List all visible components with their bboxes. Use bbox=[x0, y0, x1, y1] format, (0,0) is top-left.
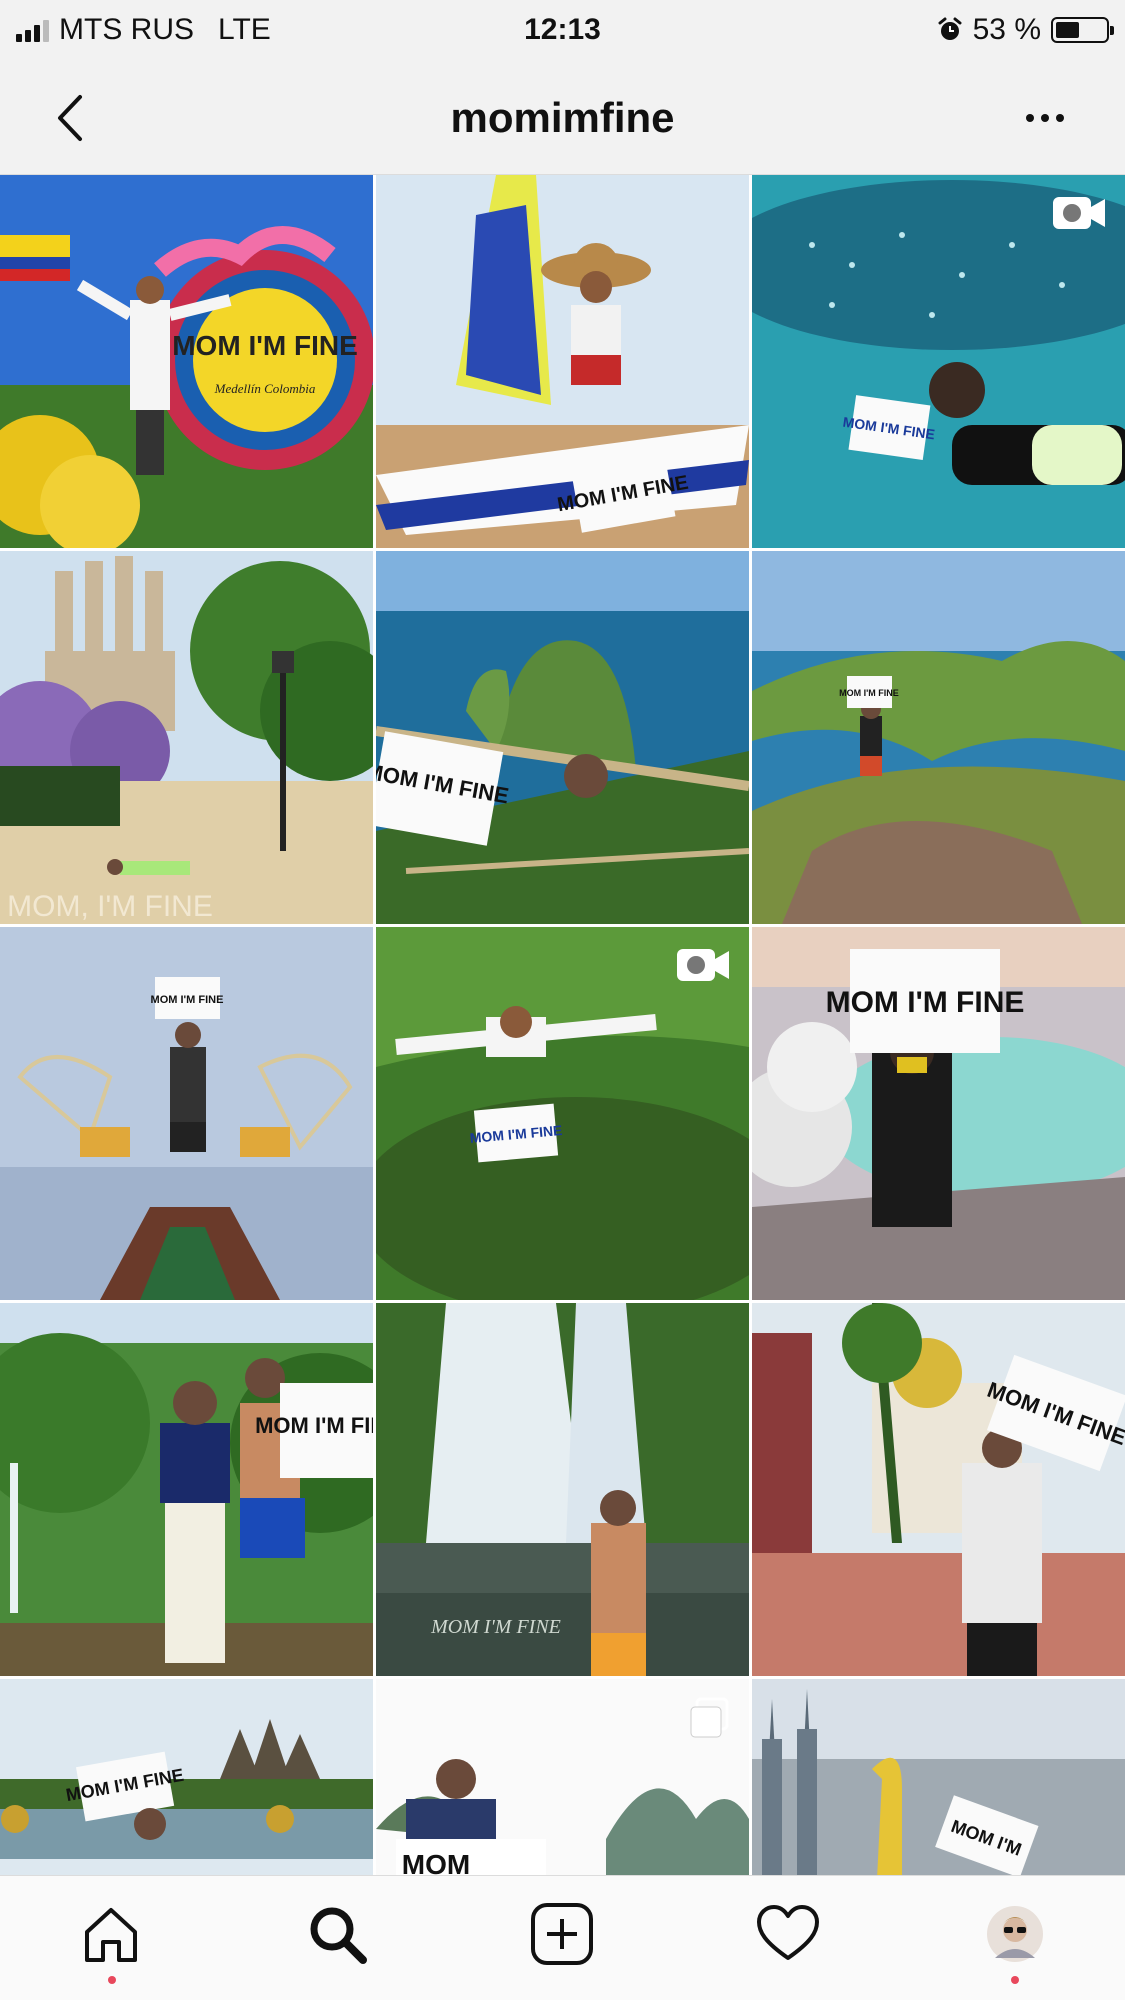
sign-subtext: Medellín Colombia bbox=[214, 381, 316, 396]
search-icon bbox=[310, 1907, 367, 1964]
tab-profile[interactable] bbox=[960, 1894, 1070, 1974]
post-image-jungle-couple: MOM I'M FINE bbox=[0, 1303, 373, 1676]
tab-home[interactable] bbox=[56, 1894, 166, 1974]
tab-activity[interactable] bbox=[733, 1894, 843, 1974]
sign-text: MOM I'M FINE bbox=[255, 1413, 373, 1438]
new-post-icon bbox=[531, 1903, 593, 1965]
post-tile[interactable]: MOM I'M FINE bbox=[752, 927, 1125, 1300]
post-tile[interactable]: MOM I'M FINE bbox=[0, 927, 373, 1300]
profile-avatar bbox=[987, 1906, 1043, 1962]
sign-text: MOM I'M FINE bbox=[172, 330, 358, 361]
battery-icon bbox=[1051, 17, 1114, 43]
video-badge-icon bbox=[1051, 193, 1107, 238]
post-tile[interactable]: MOM, I'M FINE bbox=[0, 551, 373, 924]
post-tile[interactable]: MOM I'M FINE bbox=[376, 551, 749, 924]
sign-text: MOM I'M FINE bbox=[839, 688, 899, 698]
more-dot-icon bbox=[1026, 114, 1034, 122]
home-icon bbox=[85, 1908, 137, 1962]
sign-text: MOM I'M FINE bbox=[826, 986, 1025, 1019]
post-tile[interactable]: MOM I'M FINE bbox=[752, 175, 1125, 548]
post-image-sailboat: MOM I'M FINE bbox=[376, 175, 749, 548]
post-tile[interactable]: MOM I'M FINE bbox=[0, 1303, 373, 1676]
tab-bar bbox=[0, 1875, 1125, 2000]
more-options-button[interactable] bbox=[1005, 92, 1085, 144]
post-image-colombia: MOM I'M FINE Medellín Colombia bbox=[0, 175, 373, 548]
tab-search[interactable] bbox=[282, 1894, 392, 1974]
sign-text: MOM I'M FINE bbox=[430, 1616, 561, 1638]
post-tile[interactable]: MOM I'M FINE bbox=[752, 1303, 1125, 1676]
post-tile[interactable]: MOM I'M FINE Medellín Colombia bbox=[0, 175, 373, 548]
post-image-sagrada-familia: MOM, I'M FINE bbox=[0, 551, 373, 924]
battery-fill bbox=[1056, 22, 1079, 38]
post-tile[interactable]: MOM I'M FINE bbox=[752, 551, 1125, 924]
post-tile[interactable]: MOM I'M FINE bbox=[376, 175, 749, 548]
post-image-sultan-mosque: MOM I'M FINE bbox=[752, 1303, 1125, 1676]
post-tile[interactable]: MOM bbox=[376, 1679, 749, 1875]
posts-grid: MOM I'M FINE Medellín Colombia MOM I'M F… bbox=[0, 175, 1125, 1875]
sign-text: MOM, I'M FINE bbox=[7, 890, 213, 923]
status-bar: MTS RUS LTE 12:13 53 % bbox=[0, 0, 1125, 62]
post-tile[interactable]: MOM I'M FINE bbox=[376, 927, 749, 1300]
alarm-icon bbox=[938, 17, 962, 40]
sign-text: MOM I'M FINE bbox=[151, 994, 224, 1006]
heart-icon bbox=[757, 1905, 819, 1960]
post-tile[interactable]: MOM I'M FINE bbox=[0, 1679, 373, 1875]
post-image-waterfall: MOM I'M FINE bbox=[376, 1303, 749, 1676]
post-image-ijen-crater: MOM I'M FINE bbox=[752, 927, 1125, 1300]
more-dot-icon bbox=[1056, 114, 1064, 122]
page-title: momimfine bbox=[450, 94, 675, 141]
sign-text: MOM bbox=[402, 1849, 470, 1875]
post-image-angkor-wat: MOM I'M FINE bbox=[0, 1679, 373, 1875]
profile-notification-dot bbox=[1011, 1976, 1019, 1984]
post-image-petronas-towers: MOM I'M bbox=[752, 1679, 1125, 1875]
post-image-nusa-penida: MOM I'M FINE bbox=[376, 551, 749, 924]
carousel-badge-icon bbox=[687, 1697, 731, 1746]
post-image-padar-island: MOM I'M FINE bbox=[752, 551, 1125, 924]
video-badge-icon bbox=[675, 945, 731, 990]
post-tile[interactable]: MOM I'M FINE bbox=[376, 1303, 749, 1676]
post-image-inle-lake: MOM I'M FINE bbox=[0, 927, 373, 1300]
navigation-bar: momimfine bbox=[0, 62, 1125, 175]
battery-percent: 53 % bbox=[972, 13, 1041, 46]
post-tile[interactable]: MOM I'M bbox=[752, 1679, 1125, 1875]
active-tab-dot bbox=[108, 1976, 116, 1984]
tab-new-post[interactable] bbox=[507, 1894, 617, 1974]
more-dot-icon bbox=[1041, 114, 1049, 122]
battery-info: 53 % bbox=[937, 10, 1114, 50]
